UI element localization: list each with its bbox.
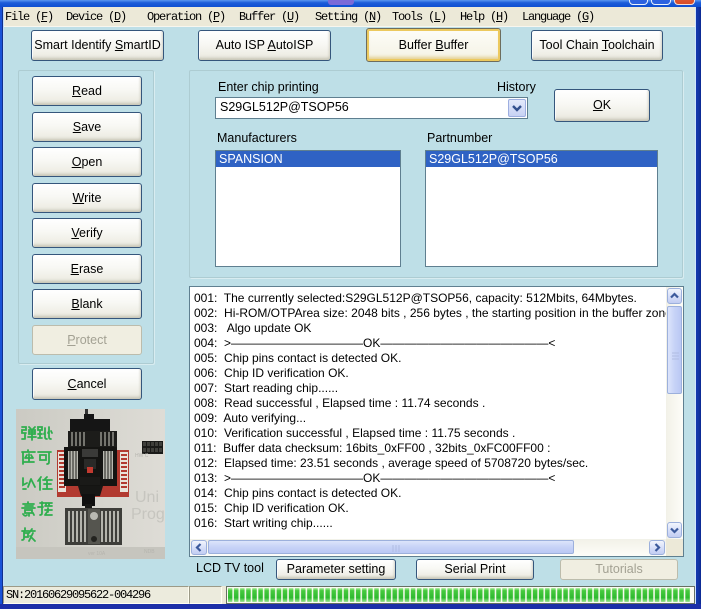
svg-text:Progr: Progr bbox=[131, 506, 165, 523]
svg-text:HW C: HW C bbox=[135, 453, 149, 459]
svg-text:NDB: NDB bbox=[144, 549, 155, 555]
svg-text:ver 10A: ver 10A bbox=[88, 551, 106, 557]
svg-text:Uni: Uni bbox=[135, 489, 159, 506]
